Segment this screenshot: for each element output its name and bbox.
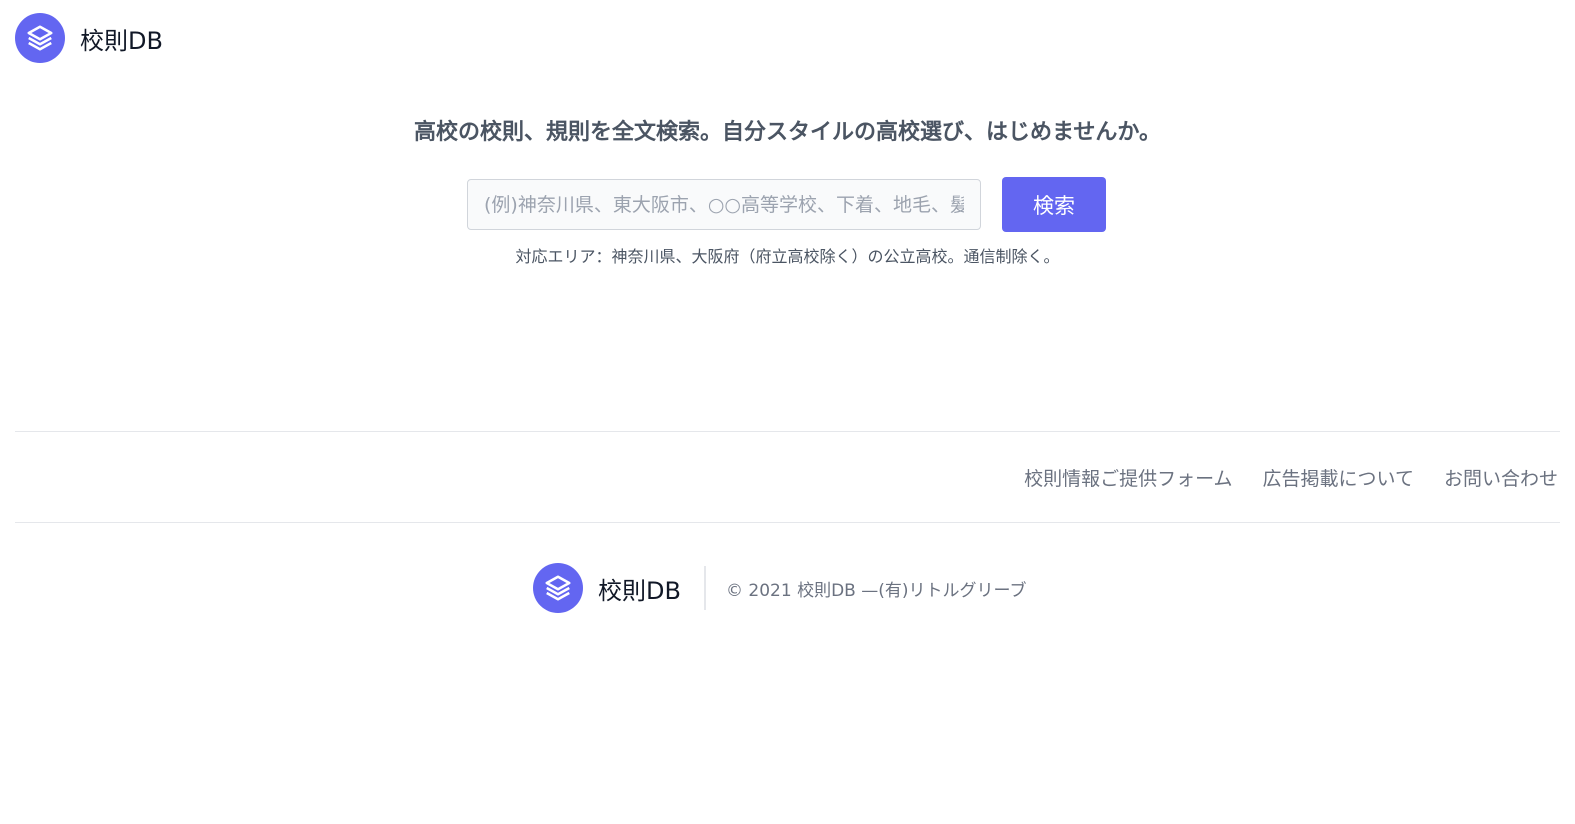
divider bbox=[15, 522, 1560, 523]
footer-divider bbox=[704, 566, 706, 610]
layers-icon bbox=[15, 13, 65, 63]
header-logo[interactable]: 校則DB bbox=[15, 13, 163, 63]
link-advertising[interactable]: 広告掲載について bbox=[1263, 464, 1414, 491]
footer-links: 校則情報ご提供フォーム 広告掲載について お問い合わせ bbox=[1024, 464, 1558, 491]
search-input[interactable] bbox=[467, 179, 981, 230]
link-contact[interactable]: お問い合わせ bbox=[1444, 464, 1558, 491]
footer-logo[interactable]: 校則DB bbox=[533, 563, 681, 613]
footer-site-name: 校則DB bbox=[598, 576, 681, 605]
search-button[interactable]: 検索 bbox=[1002, 177, 1106, 232]
site-name: 校則DB bbox=[80, 26, 163, 55]
copyright: © 2021 校則DB —(有)リトルグリーブ bbox=[726, 581, 1027, 601]
tagline: 高校の校則、規則を全文検索。自分スタイルの高校選び、はじめませんか。 bbox=[414, 120, 1161, 145]
link-rule-submission-form[interactable]: 校則情報ご提供フォーム bbox=[1024, 464, 1232, 491]
divider bbox=[15, 431, 1560, 432]
coverage-note: 対応エリア：神奈川県、大阪府（府立高校除く）の公立高校。通信制除く。 bbox=[515, 247, 1060, 266]
search-form: 検索 bbox=[467, 177, 1106, 232]
layers-icon bbox=[533, 563, 583, 613]
